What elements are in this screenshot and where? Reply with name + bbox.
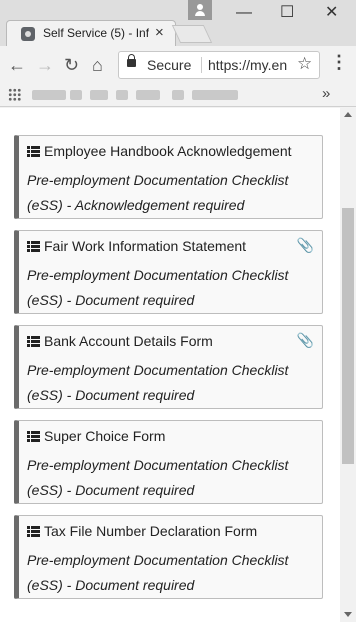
bookmarks-overflow-icon[interactable]: » (322, 85, 330, 102)
home-icon[interactable]: ⌂ (92, 53, 103, 77)
title-bar: Self Service (5) - Inf × — ☐ ✕ (0, 0, 356, 46)
card-subtitle: Pre-employment Documentation Checklist (… (27, 267, 289, 308)
address-divider (201, 57, 202, 73)
new-tab-button[interactable] (171, 25, 213, 43)
profile-icon[interactable] (188, 0, 212, 20)
card-subtitle: Pre-employment Documentation Checklist (… (27, 362, 289, 403)
page-content: Employee Handbook Acknowledgement Pre-em… (0, 108, 340, 622)
bookmark-star-icon[interactable]: ☆ (297, 54, 312, 74)
task-card[interactable]: Tax File Number Declaration Form Pre-emp… (14, 515, 323, 599)
bookmark-item[interactable] (90, 90, 108, 100)
card-subtitle: Pre-employment Documentation Checklist (… (27, 552, 289, 593)
minimize-icon[interactable]: — (236, 4, 252, 22)
list-icon (27, 241, 40, 252)
card-title: Employee Handbook Acknowledgement (27, 143, 292, 159)
card-title: Fair Work Information Statement (27, 238, 246, 254)
list-icon (27, 526, 40, 537)
bookmark-item[interactable] (32, 90, 66, 100)
card-title-text: Employee Handbook Acknowledgement (44, 143, 292, 159)
paperclip-icon[interactable]: 📎 (297, 237, 314, 254)
bookmark-item[interactable] (116, 90, 128, 100)
card-subtitle: Pre-employment Documentation Checklist (… (27, 172, 289, 213)
card-title-text: Bank Account Details Form (44, 333, 213, 349)
list-icon (27, 146, 40, 157)
url-text[interactable]: https://my.en (208, 57, 290, 73)
address-bar[interactable]: Secure https://my.en ☆ (118, 51, 320, 79)
apps-icon[interactable] (8, 88, 21, 101)
tab-title: Self Service (5) - Inf (43, 26, 149, 40)
vertical-scrollbar[interactable] (340, 108, 356, 622)
scrollbar-thumb[interactable] (342, 208, 354, 464)
browser-tab[interactable]: Self Service (5) - Inf × (6, 20, 176, 46)
bookmark-item[interactable] (172, 90, 184, 100)
secure-label: Secure (147, 57, 192, 73)
scroll-down-icon[interactable] (344, 612, 352, 617)
card-subtitle: Pre-employment Documentation Checklist (… (27, 457, 289, 498)
back-icon[interactable]: ← (8, 53, 26, 77)
close-window-icon[interactable]: ✕ (325, 4, 338, 22)
card-title: Tax File Number Declaration Form (27, 523, 257, 539)
task-card[interactable]: Bank Account Details Form 📎 Pre-employme… (14, 325, 323, 409)
task-card[interactable]: Employee Handbook Acknowledgement Pre-em… (14, 135, 323, 219)
card-title: Bank Account Details Form (27, 333, 213, 349)
card-title: Super Choice Form (27, 428, 165, 444)
bookmark-item[interactable] (136, 90, 160, 100)
lock-icon (127, 54, 136, 67)
card-title-text: Super Choice Form (44, 428, 166, 444)
browser-menu-icon[interactable]: ⋮ (330, 52, 348, 73)
browser-chrome: Self Service (5) - Inf × — ☐ ✕ ← → ↻ ⌂ S… (0, 0, 356, 108)
card-title-text: Fair Work Information Statement (44, 238, 247, 254)
list-icon (27, 336, 40, 347)
forward-icon[interactable]: → (36, 53, 54, 77)
favicon-icon (21, 27, 35, 41)
browser-toolbar: ← → ↻ ⌂ Secure https://my.en ☆ ⋮ (0, 46, 356, 84)
bookmark-item[interactable] (192, 90, 238, 100)
tab-close-icon[interactable]: × (155, 24, 164, 42)
card-title-text: Tax File Number Declaration Form (44, 523, 258, 539)
task-card[interactable]: Fair Work Information Statement 📎 Pre-em… (14, 230, 323, 314)
list-icon (27, 431, 40, 442)
bookmarks-bar: » (0, 84, 356, 107)
maximize-icon[interactable]: ☐ (280, 4, 294, 22)
bookmark-item[interactable] (70, 90, 82, 100)
paperclip-icon[interactable]: 📎 (297, 332, 314, 349)
task-card[interactable]: Super Choice Form Pre-employment Documen… (14, 420, 323, 504)
scroll-up-icon[interactable] (344, 112, 352, 117)
reload-icon[interactable]: ↻ (64, 53, 79, 77)
